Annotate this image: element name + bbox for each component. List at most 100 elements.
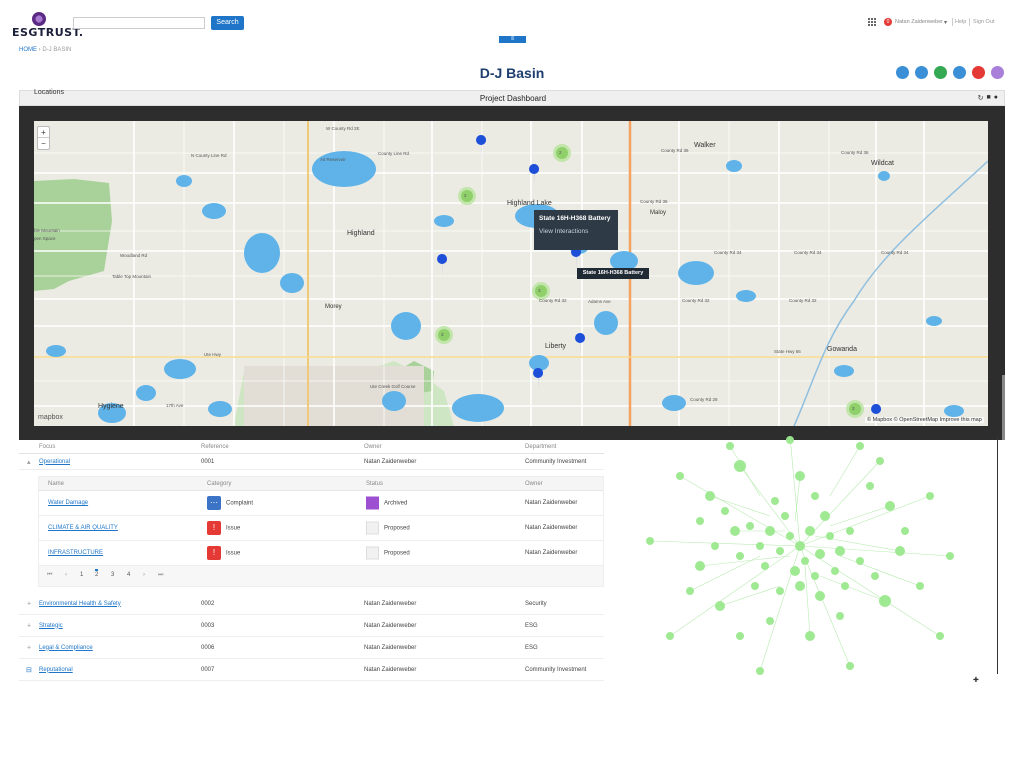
scrollbar[interactable] — [1002, 375, 1005, 440]
first-page-button[interactable]: ⏮ — [47, 572, 52, 579]
apps-grid-icon[interactable] — [868, 18, 877, 27]
map-road-label: County Rd 34 — [881, 250, 909, 255]
column-header[interactable]: Owner — [364, 444, 382, 450]
user-name[interactable]: Natan Zaidenweber — [895, 19, 943, 25]
map-popup: State 16H-H368 Battery View Interactions — [534, 210, 618, 250]
last-page-button[interactable]: ⏭ — [158, 572, 163, 579]
map-road-label: Ute Hwy — [204, 352, 222, 357]
sign-out-link[interactable]: Sign Out — [973, 19, 994, 25]
dashboard-title: Project Dashboard — [479, 94, 547, 103]
item-link[interactable]: INFRASTRUCTURE — [48, 550, 103, 556]
map-road-label: County Rd 36 — [841, 150, 869, 155]
map-cluster-count[interactable]: 3 — [441, 332, 444, 337]
list-icon[interactable] — [953, 66, 966, 79]
sub-table: Name Category Status Owner Water Damage … — [38, 476, 604, 587]
column-header[interactable]: Reference — [201, 444, 229, 450]
table-row: + Strategic 0003 Natan Zaidenweber ESG — [19, 615, 604, 637]
focus-link[interactable]: Operational — [39, 459, 70, 465]
map-cluster-count[interactable]: 2 — [464, 193, 467, 198]
issue-icon: ! — [207, 521, 221, 535]
sub-table-row: INFRASTRUCTURE ! Issue Proposed Natan Zai… — [39, 541, 603, 566]
owner-cell: Natan Zaidenweber — [525, 550, 578, 556]
map[interactable]: 2 2 3 3 3 Walker Wildcat Highland Lake H… — [34, 121, 988, 426]
map-place-label: Adams Ave — [588, 299, 611, 304]
help-link[interactable]: Help — [955, 19, 966, 25]
map-road-label: County Rd 32 — [789, 298, 817, 303]
column-header[interactable]: Category — [207, 481, 231, 487]
zoom-in-button[interactable]: + — [38, 127, 49, 138]
reference-cell: 0002 — [201, 600, 215, 607]
chat-icon[interactable] — [991, 66, 1004, 79]
map-place-label: Liberty — [545, 343, 567, 350]
menu-toggle-button[interactable]: ≡ — [499, 36, 526, 43]
map-road-label: County Rd 34 — [714, 250, 742, 255]
breadcrumb-home[interactable]: HOME — [19, 47, 37, 53]
focus-link[interactable]: Environmental Health & Safety — [39, 601, 121, 607]
reference-cell: 0007 — [201, 666, 215, 673]
owner-cell: Natan Zaidenweber — [364, 666, 417, 673]
column-header[interactable]: Name — [48, 481, 64, 487]
page-button[interactable]: 3 — [111, 572, 114, 578]
reference-cell: 0001 — [201, 458, 215, 465]
map-place-label: Maloy — [650, 210, 667, 216]
expand-icon[interactable]: + — [27, 644, 31, 651]
next-page-button[interactable]: › — [143, 572, 145, 578]
map-attribution[interactable]: © Mapbox © OpenStreetMap Improve this ma… — [865, 417, 984, 423]
map-road-label: Woodland Rd — [120, 253, 148, 258]
map-road-label: County Rd 32 — [539, 298, 567, 303]
focus-link[interactable]: Legal & Compliance — [39, 645, 93, 651]
search-input[interactable] — [73, 17, 205, 29]
add-icon[interactable] — [934, 66, 947, 79]
refresh-icon[interactable]: ↻ — [978, 94, 984, 102]
mapbox-logo[interactable]: mapbox — [38, 414, 63, 421]
user-menu-caret-icon[interactable]: ▾ — [944, 19, 947, 26]
view-interactions-link[interactable]: View Interactions — [539, 228, 613, 235]
search-button[interactable]: Search — [211, 16, 244, 30]
contact-card-icon[interactable] — [972, 66, 985, 79]
network-view-icon[interactable] — [896, 66, 909, 79]
focus-link[interactable]: Strategic — [39, 623, 63, 629]
table-row: ⊟ Reputational 0007 Natan Zaidenweber Co… — [19, 659, 604, 681]
map-cluster-count[interactable]: 3 — [852, 406, 855, 411]
map-canvas — [34, 121, 988, 426]
prev-page-button[interactable]: ‹ — [65, 572, 67, 578]
move-handle-icon[interactable]: ✚ — [973, 676, 979, 684]
collapse-box-icon[interactable]: ⊟ — [26, 666, 32, 674]
page-button[interactable]: 1 — [80, 572, 83, 578]
focus-link[interactable]: Reputational — [39, 667, 73, 673]
network-graph[interactable] — [640, 436, 960, 676]
maximize-icon[interactable]: ■ — [987, 94, 991, 102]
status-label: Archived — [384, 500, 408, 507]
expand-icon[interactable]: + — [27, 600, 31, 607]
status-cell: Proposed — [366, 521, 410, 535]
column-header[interactable]: Department — [525, 444, 556, 450]
page-button-current[interactable]: 2 — [95, 569, 99, 578]
map-cluster-count[interactable]: 3 — [538, 288, 541, 293]
settings-icon[interactable] — [915, 66, 928, 79]
item-link[interactable]: Water Damage — [48, 500, 88, 506]
map-place-label: Highland Lake — [507, 200, 552, 207]
breadcrumb-current: D-J BASIN — [42, 47, 72, 53]
close-icon[interactable]: ● — [994, 94, 998, 102]
breadcrumb-separator: › — [38, 47, 41, 53]
column-header[interactable]: Focus — [39, 444, 55, 450]
category-label: Issue — [226, 525, 241, 532]
column-header[interactable]: Status — [366, 481, 383, 487]
page-button[interactable]: 4 — [127, 572, 130, 578]
department-cell: ESG — [525, 644, 538, 651]
map-road-label: County Rd 36 — [661, 148, 689, 153]
item-link[interactable]: CLIMATE & AIR QUALITY — [48, 525, 118, 531]
map-road-label: County Rd 34 — [794, 250, 822, 255]
map-road-label: County Rd 32 — [682, 298, 710, 303]
expand-icon[interactable]: + — [27, 622, 31, 629]
sub-table-row: CLIMATE & AIR QUALITY ! Issue Proposed Na… — [39, 516, 603, 541]
zoom-out-button[interactable]: − — [38, 138, 49, 149]
department-cell: Community Investment — [525, 458, 587, 465]
column-header[interactable]: Owner — [525, 481, 543, 487]
department-cell: Security — [525, 600, 547, 607]
logo[interactable]: ESGTRUST. — [12, 12, 83, 40]
map-cluster-count[interactable]: 2 — [559, 150, 562, 155]
collapse-icon[interactable]: ▴ — [27, 458, 31, 466]
notification-badge[interactable]: 0 — [884, 18, 892, 26]
table-row: + Legal & Compliance 0006 Natan Zaidenwe… — [19, 637, 604, 659]
